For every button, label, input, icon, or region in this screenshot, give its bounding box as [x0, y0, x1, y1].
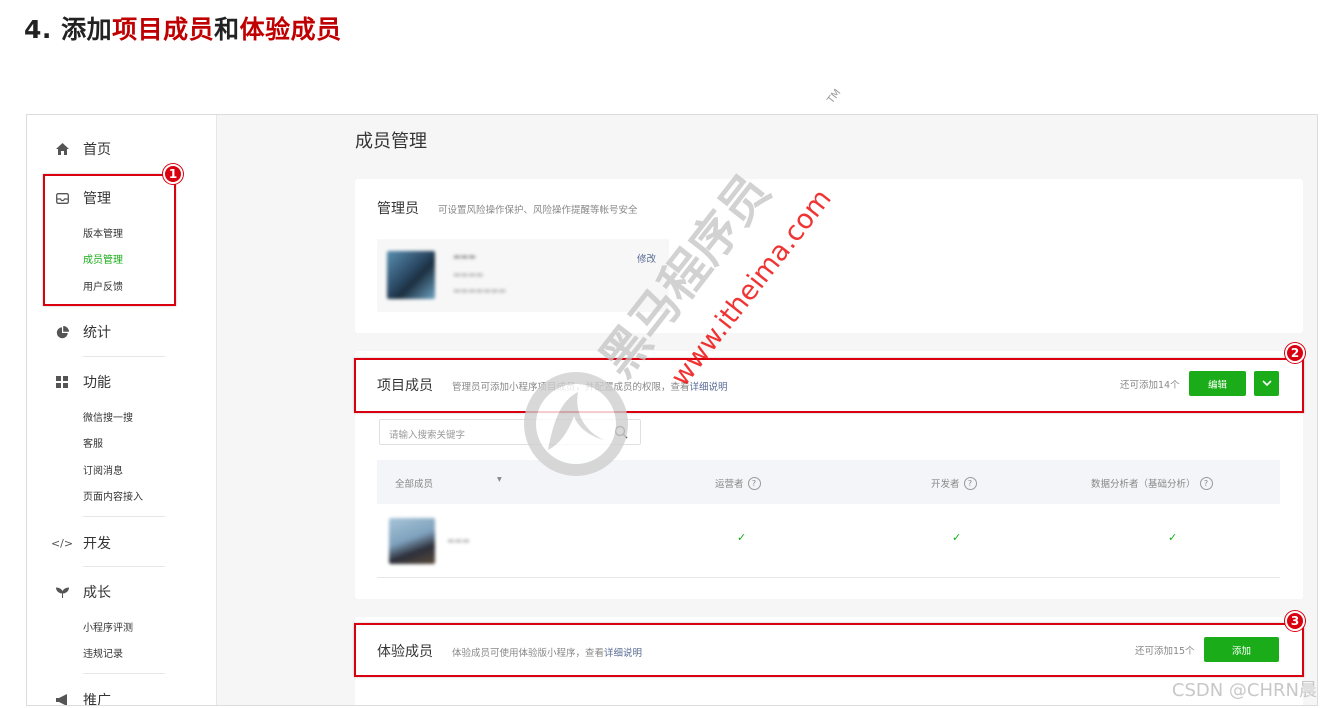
sidebar-item-promote[interactable]: 推广: [55, 690, 111, 706]
sidebar-item-label: 功能: [83, 375, 111, 391]
search-input[interactable]: 请输入搜索关键字: [379, 419, 641, 445]
help-icon[interactable]: ?: [1199, 476, 1213, 490]
sidebar-subitem-evaluation[interactable]: 小程序评测: [83, 622, 133, 636]
check-icon: ✓: [1168, 531, 1178, 544]
admin-title: 管理员: [377, 201, 419, 217]
sidebar-item-develop[interactable]: </> 开发: [50, 533, 111, 553]
home-icon: [55, 142, 69, 156]
col-operator: 运营者?: [715, 476, 761, 490]
sidebar-item-features[interactable]: 功能: [55, 372, 111, 392]
col-label: 全部成员: [395, 479, 434, 490]
heading-and: 和: [214, 15, 240, 44]
help-icon[interactable]: ?: [747, 476, 761, 490]
admin-entry: ▬▬▬ ▬▬▬▬ ▬▬▬▬▬▬▬: [377, 239, 669, 312]
admin-name-blurred: ▬▬▬: [453, 252, 476, 261]
sidebar-item-label: 首页: [83, 142, 111, 158]
member-name-blurred: ▬▬▬: [447, 536, 470, 545]
sidebar-divider: [83, 356, 165, 357]
sidebar-item-home[interactable]: 首页: [55, 139, 111, 159]
members-table-header: 全部成员 ▾ 运营者? 开发者? 数据分析者（基础分析）?: [377, 460, 1280, 504]
heading-trial-members: 体验成员: [239, 15, 342, 44]
check-icon: ✓: [737, 531, 747, 544]
heading-prefix: 4. 添加: [24, 15, 113, 44]
grid-icon: [55, 375, 69, 389]
search-icon[interactable]: [614, 425, 628, 439]
member-avatar: [389, 518, 435, 564]
pie-chart-icon: [55, 325, 69, 339]
csdn-watermark: CSDN @CHRN晨: [1171, 680, 1317, 701]
sidebar-item-growth[interactable]: 成长: [55, 582, 111, 602]
highlight-box-trial: [354, 623, 1304, 677]
sprout-icon: [55, 585, 69, 599]
sidebar-item-label: 统计: [83, 325, 111, 341]
code-icon: </>: [50, 536, 74, 550]
admin-id-blurred: ▬▬▬▬: [453, 270, 484, 279]
col-developer: 开发者?: [931, 476, 977, 490]
sidebar-subitem-search[interactable]: 微信搜一搜: [83, 412, 133, 426]
table-row-divider: [377, 577, 1280, 578]
sidebar-subitem-content[interactable]: 页面内容接入: [83, 491, 143, 505]
megaphone-icon: [55, 693, 69, 705]
search-placeholder: 请输入搜索关键字: [389, 430, 466, 441]
check-icon: ✓: [952, 531, 962, 544]
col-analyst: 数据分析者（基础分析）?: [1091, 476, 1213, 490]
highlight-box-project: [354, 358, 1304, 413]
sidebar-divider: [83, 566, 165, 567]
avatar: [387, 251, 435, 299]
col-label: 运营者: [715, 479, 744, 490]
screenshot-frame: 首页 管理 版本管理 成员管理 用户反馈 统计 功能 微信搜一搜 客服 订阅消息…: [26, 114, 1318, 706]
watermark-tm: TM: [825, 88, 843, 107]
sidebar-subitem-service[interactable]: 客服: [83, 438, 103, 452]
sidebar-item-label: 推广: [83, 693, 111, 706]
sidebar-divider: [83, 673, 165, 674]
caret-down-icon[interactable]: ▾: [497, 474, 502, 485]
heading-project-members: 项目成员: [112, 15, 215, 44]
highlight-box-manage: [43, 174, 176, 306]
step-badge-3: 3: [1285, 611, 1305, 631]
sidebar-item-stats[interactable]: 统计: [55, 322, 111, 342]
step-badge-2: 2: [1285, 343, 1305, 363]
col-label: 数据分析者（基础分析）: [1091, 479, 1196, 490]
sidebar-subitem-subscribe[interactable]: 订阅消息: [83, 465, 123, 479]
sidebar-divider: [83, 516, 165, 517]
help-icon[interactable]: ?: [963, 476, 977, 490]
admin-edit-link[interactable]: 修改: [637, 251, 656, 265]
admin-desc: 可设置风险操作保护、风险操作提醒等帐号安全: [438, 205, 638, 216]
admin-date-blurred: ▬▬▬▬▬▬▬: [453, 286, 506, 295]
col-all-members[interactable]: 全部成员: [395, 476, 433, 490]
step-badge-1: 1: [163, 164, 183, 184]
sidebar-item-label: 开发: [83, 536, 111, 552]
sidebar-subitem-violations[interactable]: 违规记录: [83, 648, 123, 662]
sidebar-item-label: 成长: [83, 585, 111, 601]
page-heading: 4. 添加项目成员和体验成员: [24, 10, 342, 46]
admin-card: 管理员 可设置风险操作保护、风险操作提醒等帐号安全 ▬▬▬ ▬▬▬▬ ▬▬▬▬▬…: [355, 179, 1303, 333]
col-label: 开发者: [931, 479, 960, 490]
page-title: 成员管理: [355, 131, 427, 152]
